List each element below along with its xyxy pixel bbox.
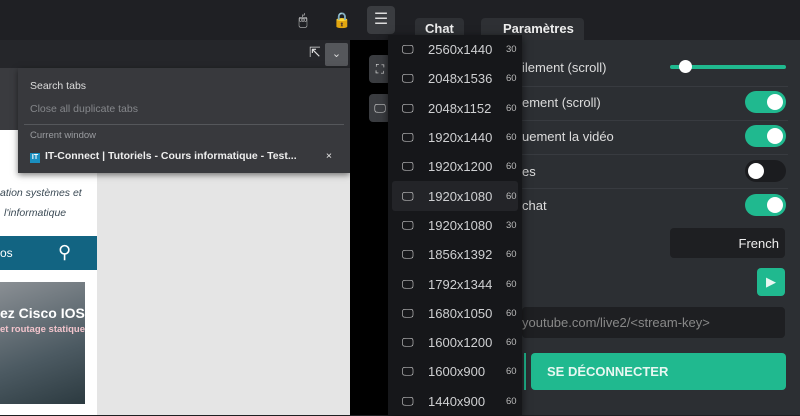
refresh-rate: 60: [506, 190, 517, 202]
banner-subtitle: et routage statique: [0, 324, 85, 335]
toggle-scroll[interactable]: [745, 91, 786, 113]
resolution-label: 2048x1152: [428, 100, 492, 116]
search-tabs-input[interactable]: Search tabs: [30, 80, 86, 92]
resolution-label: 1920x1440: [428, 130, 493, 146]
monitor-icon: 🖵: [402, 393, 414, 408]
monitor-icon: 🖵: [402, 335, 414, 350]
tab-list-item[interactable]: IT IT-Connect | Tutoriels - Cours informa…: [30, 150, 340, 163]
lock-icon[interactable]: 🔒: [331, 10, 353, 32]
resolution-option[interactable]: 🖵 1920x1080 30: [392, 211, 518, 240]
divider: [522, 188, 788, 189]
resolution-option[interactable]: 🖵 2048x1536 60: [392, 64, 518, 93]
slider-handle[interactable]: [679, 60, 692, 73]
site-search-bar[interactable]: os: [0, 236, 97, 270]
favicon: IT: [30, 153, 40, 163]
tab-search-popup: Search tabs Close all duplicate tabs Cur…: [18, 68, 350, 173]
resolution-label: 1920x1200: [428, 159, 493, 175]
toggle-video[interactable]: [745, 125, 786, 147]
search-icon[interactable]: ⚲: [58, 242, 71, 263]
resolution-label: 1440x900: [428, 393, 486, 409]
resolution-label: 1600x900: [428, 364, 486, 380]
resolution-label: 1680x1050: [428, 305, 493, 321]
tagline: l'informatique: [4, 207, 67, 219]
resolution-option[interactable]: 🖵 1920x1200 60: [392, 152, 518, 181]
mouse-icon[interactable]: 🖱: [292, 10, 314, 32]
tagline: ation systèmes et: [0, 187, 82, 199]
refresh-rate: 60: [506, 161, 517, 173]
resolution-dropdown: 🖵 2560x1440 30 🖵 2048x1536 60 🖵 2048x1152 60 🖵 192…: [388, 35, 522, 415]
resolution-option[interactable]: 🖵 1920x1080 60: [392, 181, 518, 211]
toggle-off[interactable]: [745, 160, 786, 182]
setting-label: uement la vidéo: [522, 129, 614, 144]
play-button[interactable]: ▶: [757, 268, 785, 296]
resolution-label: 1792x1344: [428, 276, 493, 292]
divider: [24, 124, 344, 125]
resolution-option[interactable]: 🖵 1856x1392 60: [392, 240, 518, 269]
monitor-icon: 🖵: [402, 42, 414, 57]
setting-label: ement (scroll): [522, 95, 601, 110]
monitor-icon: 🖵: [402, 305, 414, 320]
monitor-icon: 🖵: [402, 71, 414, 86]
monitor-icon: 🖵: [402, 100, 414, 115]
refresh-rate: 60: [506, 366, 517, 378]
resolution-label: 1920x1080: [428, 188, 493, 204]
resolution-option[interactable]: 🖵 2560x1440 30: [392, 35, 518, 64]
resolution-option[interactable]: 🖵 1680x1050 60: [392, 299, 518, 328]
resolution-option[interactable]: 🖵 1600x900 60: [392, 357, 518, 386]
resolution-option[interactable]: 🖵 1600x1200 60: [392, 328, 518, 357]
disconnect-button[interactable]: SE DÉCONNECTER: [531, 353, 786, 390]
stream-url-input[interactable]: youtube.com/live2/<stream-key>: [522, 307, 785, 338]
refresh-rate: 60: [506, 102, 517, 114]
search-text: os: [0, 246, 13, 260]
resolution-option[interactable]: 🖵 1920x1440 60: [392, 123, 518, 152]
monitor-icon: 🖵: [402, 276, 414, 291]
refresh-rate: 30: [506, 219, 517, 231]
divider: [522, 86, 788, 87]
monitor-icon: 🖵: [402, 364, 414, 379]
resolution-label: 1600x1200: [428, 335, 493, 351]
scroll-sensitivity-slider[interactable]: [670, 60, 786, 73]
tab-title: IT-Connect | Tutoriels - Cours informati…: [45, 150, 297, 162]
toggle-chat[interactable]: [745, 194, 786, 216]
accent-bar: [524, 353, 526, 390]
banner-title: ez Cisco IOS: [0, 305, 85, 321]
refresh-rate: 60: [506, 249, 517, 261]
resolution-option[interactable]: 🖵 1440x900 60: [392, 387, 518, 416]
resolution-label: 1920x1080: [428, 217, 493, 233]
refresh-rate: 60: [506, 278, 517, 290]
article-banner[interactable]: ez Cisco IOS et routage statique: [0, 282, 85, 404]
monitor-icon: 🖵: [402, 159, 414, 174]
section-label: Current window: [30, 130, 96, 141]
setting-label: es: [522, 164, 536, 179]
monitor-icon: 🖵: [402, 217, 414, 232]
list-tabs-button[interactable]: ⌄: [325, 43, 348, 66]
language-select[interactable]: French: [670, 228, 785, 258]
resolution-label: 1856x1392: [428, 247, 493, 263]
browser-tab-strip: [0, 40, 350, 68]
top-toolbar: [0, 0, 800, 40]
resolution-label: 2048x1536: [428, 71, 493, 87]
cursor-icon: ⇱: [309, 44, 321, 60]
monitor-icon: 🖵: [402, 247, 414, 262]
monitor-icon: 🖵: [402, 130, 414, 145]
hamburger-icon[interactable]: ☰: [367, 6, 395, 34]
setting-label: ilement (scroll): [522, 60, 607, 75]
refresh-rate: 60: [506, 395, 517, 407]
close-icon[interactable]: ×: [326, 150, 332, 162]
setting-label: chat: [522, 198, 547, 213]
resolution-label: 2560x1440: [428, 42, 493, 58]
refresh-rate: 30: [506, 44, 517, 56]
monitor-icon: 🖵: [402, 188, 414, 203]
divider: [522, 120, 788, 121]
resolution-option[interactable]: 🖵 2048x1152 60: [392, 94, 518, 123]
divider: [522, 154, 788, 155]
refresh-rate: 60: [506, 73, 517, 85]
resolution-option[interactable]: 🖵 1792x1344 60: [392, 269, 518, 298]
close-duplicates-item[interactable]: Close all duplicate tabs: [30, 103, 138, 115]
refresh-rate: 60: [506, 132, 517, 144]
refresh-rate: 60: [506, 337, 517, 349]
refresh-rate: 60: [506, 307, 517, 319]
